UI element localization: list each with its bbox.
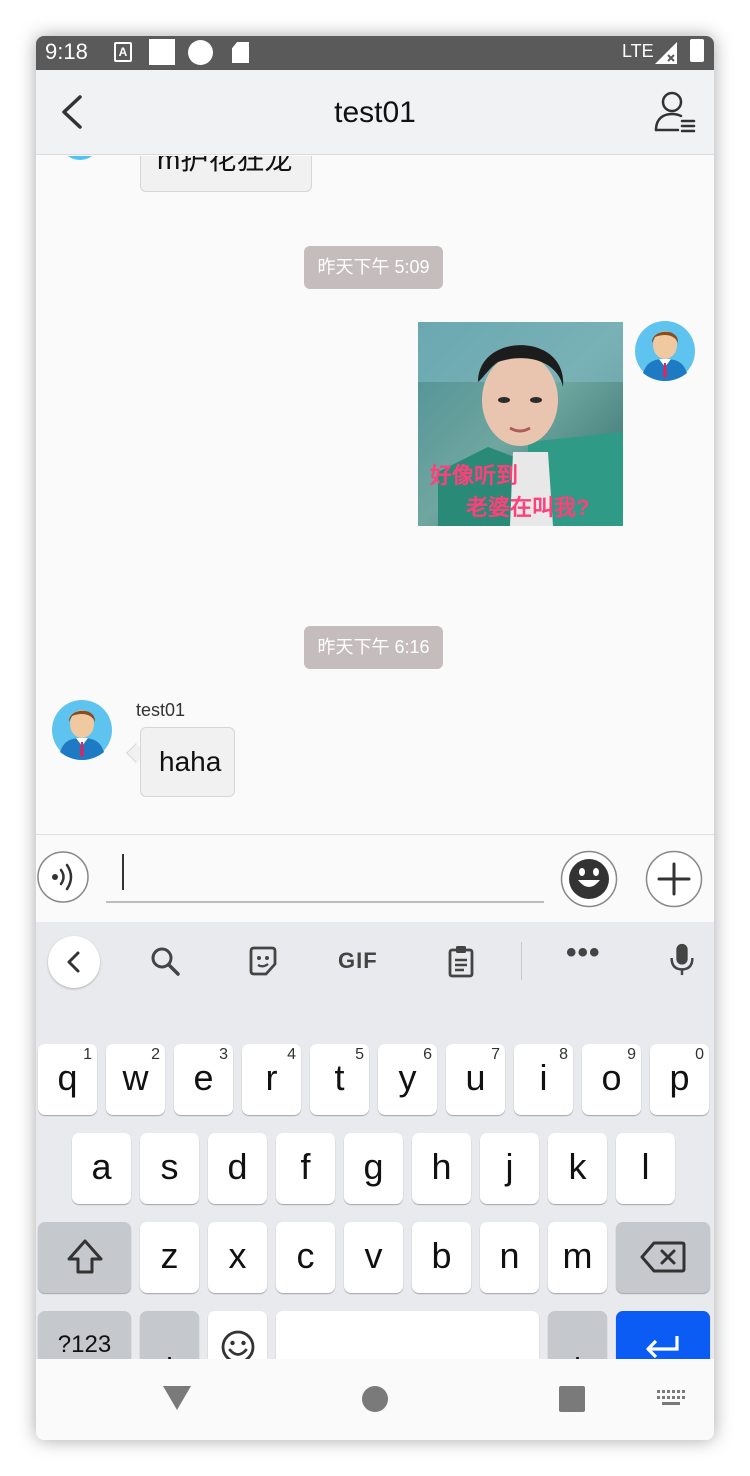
sd-card-icon bbox=[232, 42, 249, 63]
keyboard-switch-icon[interactable] bbox=[657, 1389, 685, 1409]
key-v[interactable]: v bbox=[344, 1222, 403, 1293]
key-t[interactable]: t5 bbox=[310, 1044, 369, 1115]
person-menu-icon[interactable] bbox=[652, 90, 698, 136]
key-b[interactable]: b bbox=[412, 1222, 471, 1293]
message-bubble[interactable]: haha bbox=[140, 727, 235, 797]
key-l[interactable]: l bbox=[616, 1133, 675, 1204]
key-s[interactable]: s bbox=[140, 1133, 199, 1204]
key-i[interactable]: i8 bbox=[514, 1044, 573, 1115]
key-x[interactable]: x bbox=[208, 1222, 267, 1293]
emoji-icon[interactable] bbox=[560, 850, 618, 908]
a-box-icon: A bbox=[114, 42, 132, 62]
key-h[interactable]: h bbox=[412, 1133, 471, 1204]
key-label: q bbox=[57, 1057, 78, 1098]
key-number-hint: 6 bbox=[423, 1046, 432, 1063]
key-d[interactable]: d bbox=[208, 1133, 267, 1204]
key-number-hint: 5 bbox=[355, 1046, 364, 1063]
key-r[interactable]: r4 bbox=[242, 1044, 301, 1115]
avatar[interactable] bbox=[60, 156, 100, 160]
page-title: test01 bbox=[334, 96, 416, 129]
battery-icon bbox=[690, 39, 704, 62]
network-type: LTE bbox=[622, 41, 654, 61]
square-icon bbox=[149, 39, 175, 65]
message-bubble[interactable]: m护花狂龙 bbox=[140, 156, 312, 192]
key-number-hint: 7 bbox=[491, 1046, 500, 1063]
key-n[interactable]: n bbox=[480, 1222, 539, 1293]
key-u[interactable]: u7 bbox=[446, 1044, 505, 1115]
plus-icon[interactable] bbox=[645, 850, 703, 908]
key-label: p bbox=[669, 1057, 690, 1098]
sticker-icon[interactable] bbox=[246, 944, 280, 978]
key-number-hint: 0 bbox=[695, 1046, 704, 1063]
key-number-hint: 3 bbox=[219, 1046, 228, 1063]
avatar[interactable] bbox=[52, 700, 112, 760]
phone-screen: 9:18 A LTE test01 m护花狂龙 昨天下午 5:09 好像听到 老… bbox=[36, 36, 714, 1440]
keyboard-toolbar: GIF ••• bbox=[36, 922, 714, 998]
chat-area[interactable]: m护花狂龙 昨天下午 5:09 好像听到 老婆在叫我? 昨天下午 6:16 te… bbox=[36, 156, 714, 834]
search-icon[interactable] bbox=[148, 944, 182, 978]
system-nav-bar bbox=[36, 1359, 714, 1440]
backspace-key[interactable] bbox=[616, 1222, 710, 1293]
key-g[interactable]: g bbox=[344, 1133, 403, 1204]
sticker-caption: 好像听到 bbox=[430, 463, 519, 488]
keyboard-collapse-button[interactable] bbox=[48, 936, 100, 988]
key-label: i bbox=[539, 1057, 548, 1098]
backspace-icon bbox=[640, 1241, 686, 1273]
key-c[interactable]: c bbox=[276, 1222, 335, 1293]
avatar[interactable] bbox=[635, 321, 695, 381]
key-number-hint: 2 bbox=[151, 1046, 160, 1063]
timestamp-chip: 昨天下午 5:09 bbox=[304, 246, 443, 289]
key-label: e bbox=[193, 1057, 214, 1098]
key-e[interactable]: e3 bbox=[174, 1044, 233, 1115]
sticker-image[interactable]: 好像听到 老婆在叫我? bbox=[418, 322, 623, 526]
key-label: y bbox=[398, 1057, 417, 1098]
key-k[interactable]: k bbox=[548, 1133, 607, 1204]
microphone-icon[interactable] bbox=[665, 942, 699, 976]
key-label: t bbox=[334, 1057, 345, 1098]
key-o[interactable]: o9 bbox=[582, 1044, 641, 1115]
key-w[interactable]: w2 bbox=[106, 1044, 165, 1115]
sender-name: test01 bbox=[136, 700, 186, 720]
key-number-hint: 9 bbox=[627, 1046, 636, 1063]
clipboard-icon[interactable] bbox=[444, 944, 478, 978]
gif-button[interactable]: GIF bbox=[338, 948, 378, 974]
key-label: u bbox=[465, 1057, 486, 1098]
key-f[interactable]: f bbox=[276, 1133, 335, 1204]
timestamp-chip: 昨天下午 6:16 bbox=[304, 626, 443, 669]
key-label: w bbox=[122, 1057, 149, 1098]
key-number-hint: 4 bbox=[287, 1046, 296, 1063]
text-cursor bbox=[122, 854, 124, 890]
key-number-hint: 8 bbox=[559, 1046, 568, 1063]
status-bar: 9:18 A LTE bbox=[36, 36, 714, 70]
nav-back-icon[interactable] bbox=[162, 1385, 192, 1411]
more-options-button[interactable]: ••• bbox=[566, 936, 601, 970]
message-input[interactable] bbox=[106, 901, 544, 903]
key-q[interactable]: q1 bbox=[38, 1044, 97, 1115]
shift-key[interactable] bbox=[38, 1222, 131, 1293]
key-p[interactable]: p0 bbox=[650, 1044, 709, 1115]
shift-icon bbox=[67, 1239, 102, 1274]
key-j[interactable]: j bbox=[480, 1133, 539, 1204]
soft-keyboard: GIF ••• q1w2e3r4t5y6u7i8o9p0 asdfghjkl z… bbox=[36, 922, 714, 1384]
voice-icon[interactable] bbox=[37, 851, 89, 903]
key-a[interactable]: a bbox=[72, 1133, 131, 1204]
chevron-left-icon bbox=[67, 951, 80, 973]
key-number-hint: 1 bbox=[83, 1046, 92, 1063]
toolbar-divider bbox=[521, 942, 522, 980]
status-time: 9:18 bbox=[45, 39, 88, 64]
nav-home-icon[interactable] bbox=[362, 1386, 388, 1412]
key-label: o bbox=[601, 1057, 622, 1098]
key-label: r bbox=[265, 1057, 278, 1098]
chat-header: test01 bbox=[36, 70, 714, 155]
p-circle-icon bbox=[188, 40, 213, 65]
key-m[interactable]: m bbox=[548, 1222, 607, 1293]
signal-icon bbox=[655, 42, 677, 64]
key-y[interactable]: y6 bbox=[378, 1044, 437, 1115]
key-z[interactable]: z bbox=[140, 1222, 199, 1293]
sticker-caption: 老婆在叫我? bbox=[466, 495, 590, 520]
nav-recents-icon[interactable] bbox=[559, 1386, 585, 1412]
message-input-bar bbox=[36, 834, 714, 922]
